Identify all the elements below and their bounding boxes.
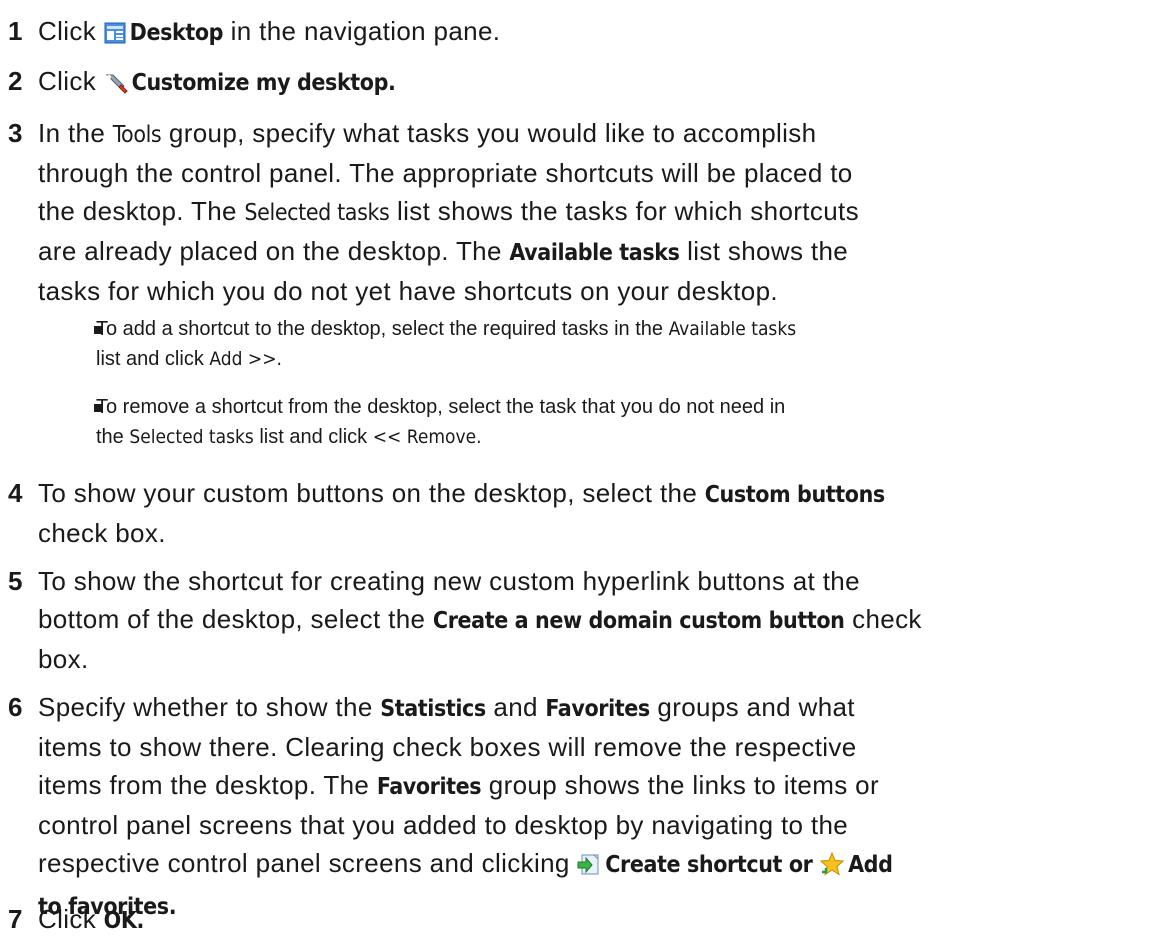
ui-term: Desktop bbox=[129, 20, 224, 46]
step-number: 1 bbox=[8, 16, 23, 46]
ui-term: Tools bbox=[112, 122, 162, 148]
ui-term: Favorites bbox=[376, 774, 482, 800]
step-number: 7 bbox=[8, 904, 23, 934]
ui-term: Favorites bbox=[545, 696, 650, 722]
ui-term: Selected tasks bbox=[129, 426, 254, 448]
ui-term: Available tasks bbox=[668, 318, 797, 340]
star-icon bbox=[819, 848, 845, 886]
wrench-icon bbox=[104, 66, 128, 104]
create-shortcut-icon bbox=[577, 848, 601, 886]
ui-term: << Remove. bbox=[372, 426, 482, 448]
ui-term: Available tasks bbox=[509, 240, 680, 266]
step-number: 3 bbox=[8, 118, 23, 148]
step-number: 5 bbox=[8, 566, 23, 596]
ui-term: Customize my desktop. bbox=[131, 70, 396, 96]
desktop-icon bbox=[104, 16, 126, 54]
step-number: 4 bbox=[8, 478, 23, 508]
step-number: 2 bbox=[8, 66, 23, 96]
ui-term: Add bbox=[848, 852, 893, 878]
ui-term: OK. bbox=[103, 908, 145, 934]
ui-term: Custom buttons bbox=[704, 482, 886, 508]
ui-term: Selected tasks bbox=[244, 200, 390, 226]
ui-term: Add >>. bbox=[209, 348, 282, 370]
ui-term: Create shortcut or bbox=[605, 852, 813, 878]
step-number: 6 bbox=[8, 692, 23, 722]
ui-term: Create a new domain custom button bbox=[432, 608, 845, 634]
ui-term: Statistics bbox=[380, 696, 486, 722]
